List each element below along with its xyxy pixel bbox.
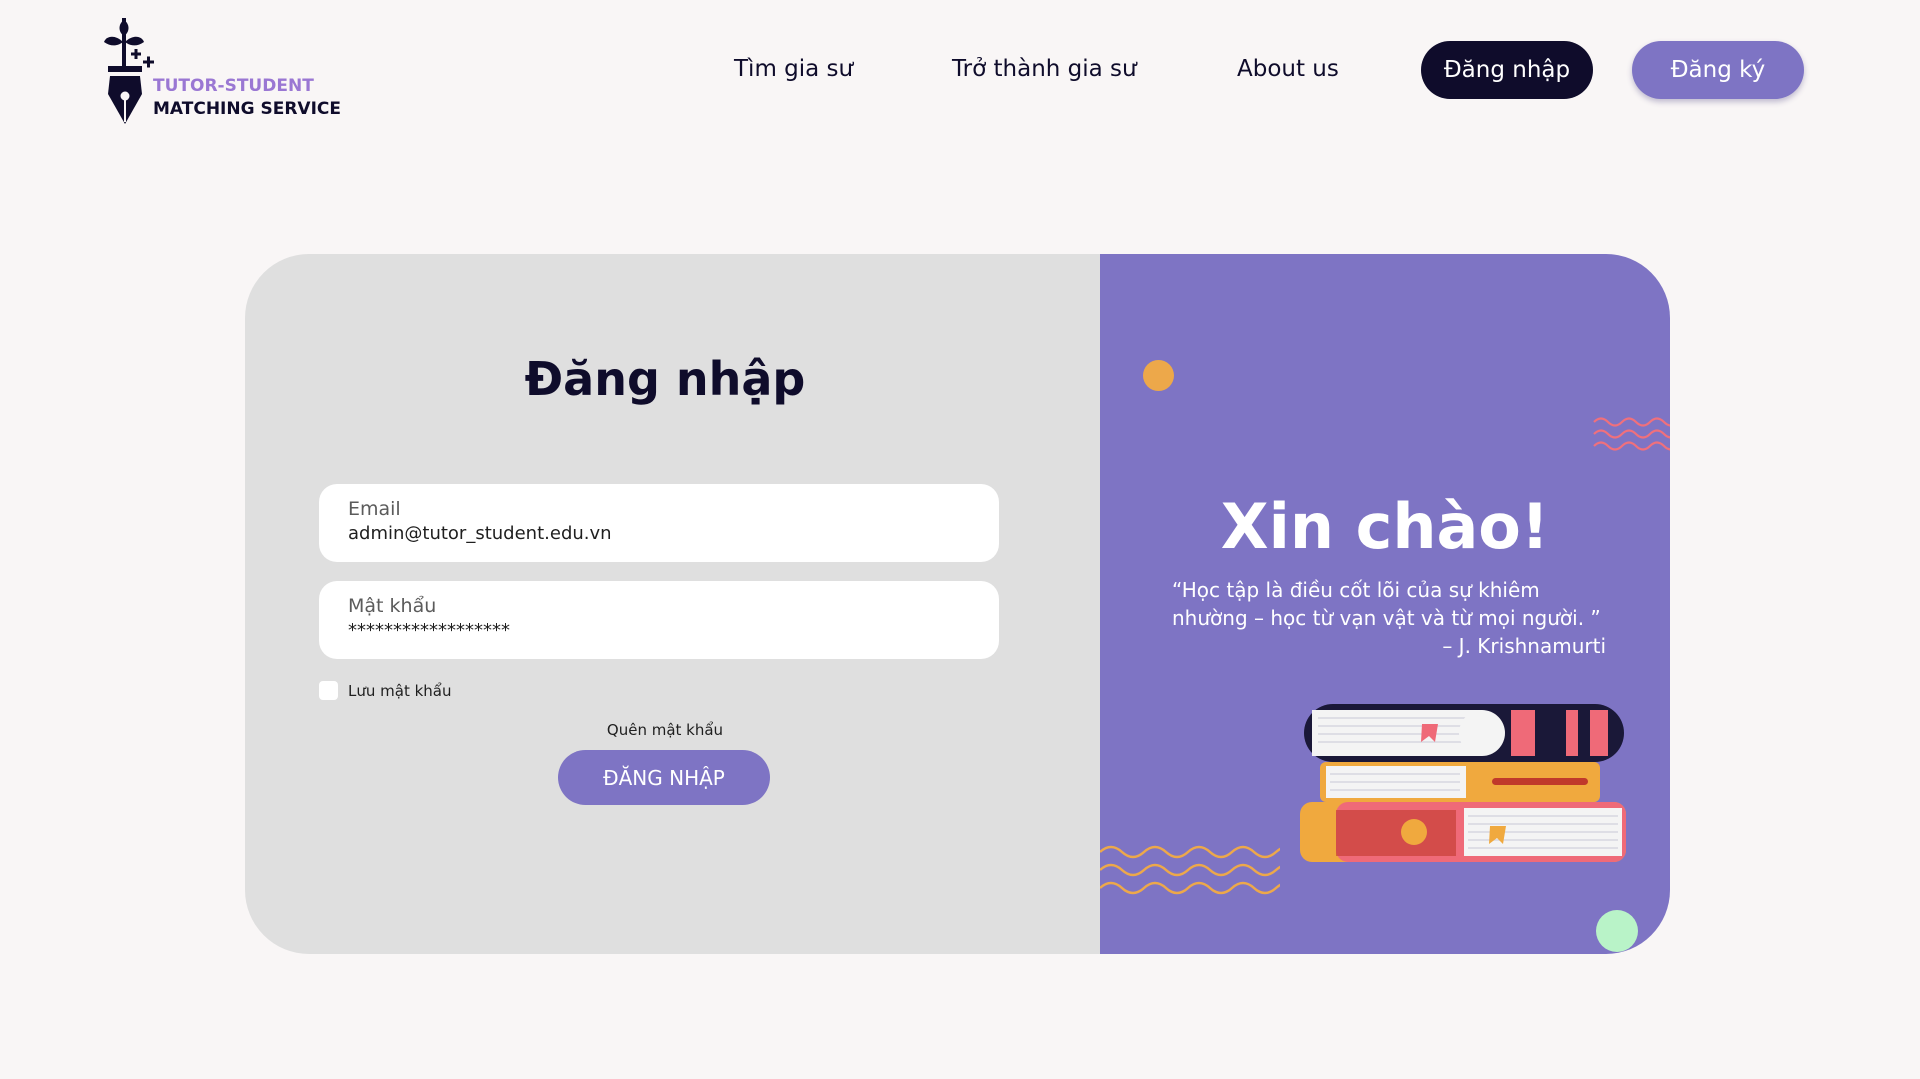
decor-dot-green <box>1596 910 1638 952</box>
login-submit-button[interactable]: ĐĂNG NHẬP <box>558 750 770 805</box>
quote-author: – J. Krishnamurti <box>1442 634 1606 658</box>
remember-password[interactable]: Lưu mật khẩu <box>319 681 451 700</box>
nav-become-tutor[interactable]: Trở thành gia sư <box>952 56 1137 82</box>
remember-label: Lưu mật khẩu <box>348 681 452 700</box>
forgot-password-link[interactable]: Quên mật khẩu <box>245 721 1085 739</box>
greeting-heading: Xin chào! <box>1220 490 1550 563</box>
welcome-panel: Xin chào! “Học tập là điều cốt lõi của s… <box>1100 254 1670 954</box>
wave-red-icon <box>1593 417 1670 451</box>
decor-dot-orange <box>1143 360 1174 391</box>
auth-card: Đăng nhập Email admin@tutor_student.edu.… <box>245 254 1670 954</box>
password-label: Mật khẩu <box>348 595 437 617</box>
brand-name-line2: MATCHING SERVICE <box>153 99 341 119</box>
password-input[interactable]: ****************** <box>348 618 970 644</box>
password-field[interactable]: Mật khẩu ****************** <box>319 581 999 659</box>
login-panel: Đăng nhập Email admin@tutor_student.edu.… <box>245 254 1100 954</box>
brand-logo[interactable]: TUTOR-STUDENT MATCHING SERVICE <box>100 10 341 128</box>
remember-checkbox[interactable] <box>319 681 338 700</box>
email-field[interactable]: Email admin@tutor_student.edu.vn <box>319 484 999 562</box>
header-register-button[interactable]: Đăng ký <box>1632 41 1804 99</box>
email-input[interactable]: admin@tutor_student.edu.vn <box>348 521 970 547</box>
header-login-button[interactable]: Đăng nhập <box>1421 41 1593 99</box>
nav-find-tutor[interactable]: Tìm gia sư <box>734 56 853 82</box>
brand-name-line1: TUTOR-STUDENT <box>153 76 314 96</box>
wave-yellow-icon <box>1100 845 1280 895</box>
login-title: Đăng nhập <box>524 352 806 406</box>
quote-text: “Học tập là điều cốt lõi của sự khiêm nh… <box>1172 578 1601 630</box>
email-label: Email <box>348 498 401 520</box>
books-stack-icon <box>1300 704 1626 862</box>
nav-about-us[interactable]: About us <box>1237 56 1339 82</box>
